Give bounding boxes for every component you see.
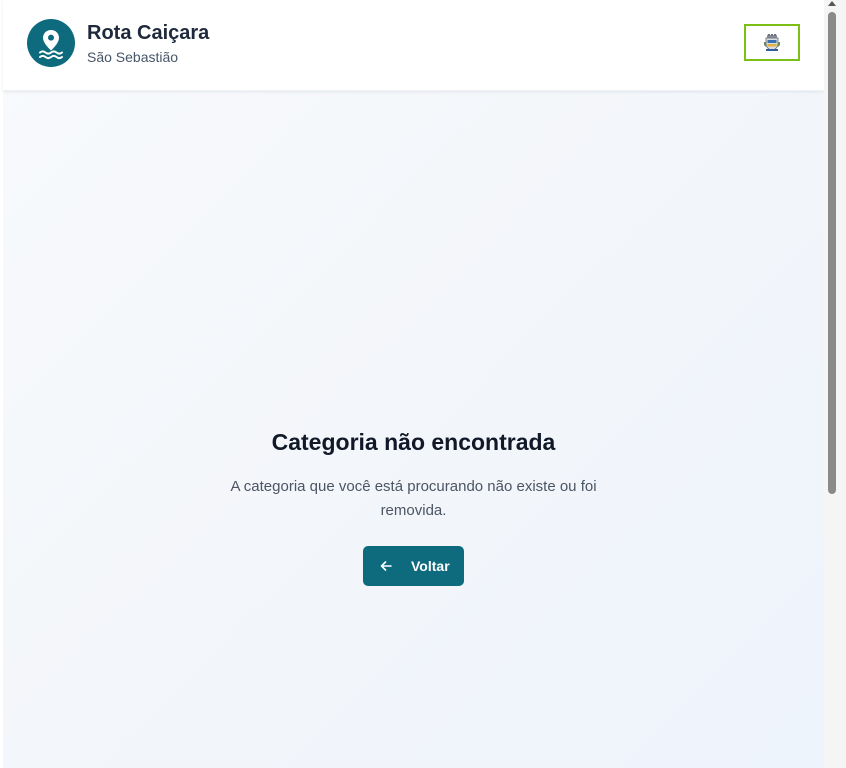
not-found-title: Categoria não encontrada — [271, 429, 556, 455]
main-content: Categoria não encontrada A categoria que… — [3, 90, 824, 768]
brand-subtitle: São Sebastião — [87, 49, 179, 65]
map-pin-waves-icon[interactable] — [27, 19, 75, 67]
not-found-message: A categoria que você está procurando não… — [230, 478, 597, 519]
back-button[interactable]: Voltar — [363, 546, 464, 586]
page: Rota Caiçara São Sebastião Categoria não… — [3, 0, 824, 768]
city-crest-button[interactable] — [744, 24, 800, 61]
arrow-left-icon — [380, 561, 392, 571]
scrollbar-thumb[interactable] — [828, 12, 836, 494]
brand-title: Rota Caiçara — [87, 22, 210, 44]
browser-window: Rota Caiçara São Sebastião Categoria não… — [0, 0, 846, 768]
scroll-up-arrow-icon[interactable] — [828, 1, 836, 6]
city-crest-icon — [764, 34, 780, 51]
app-header: Rota Caiçara São Sebastião — [3, 0, 824, 91]
back-button-label: Voltar — [411, 558, 450, 574]
